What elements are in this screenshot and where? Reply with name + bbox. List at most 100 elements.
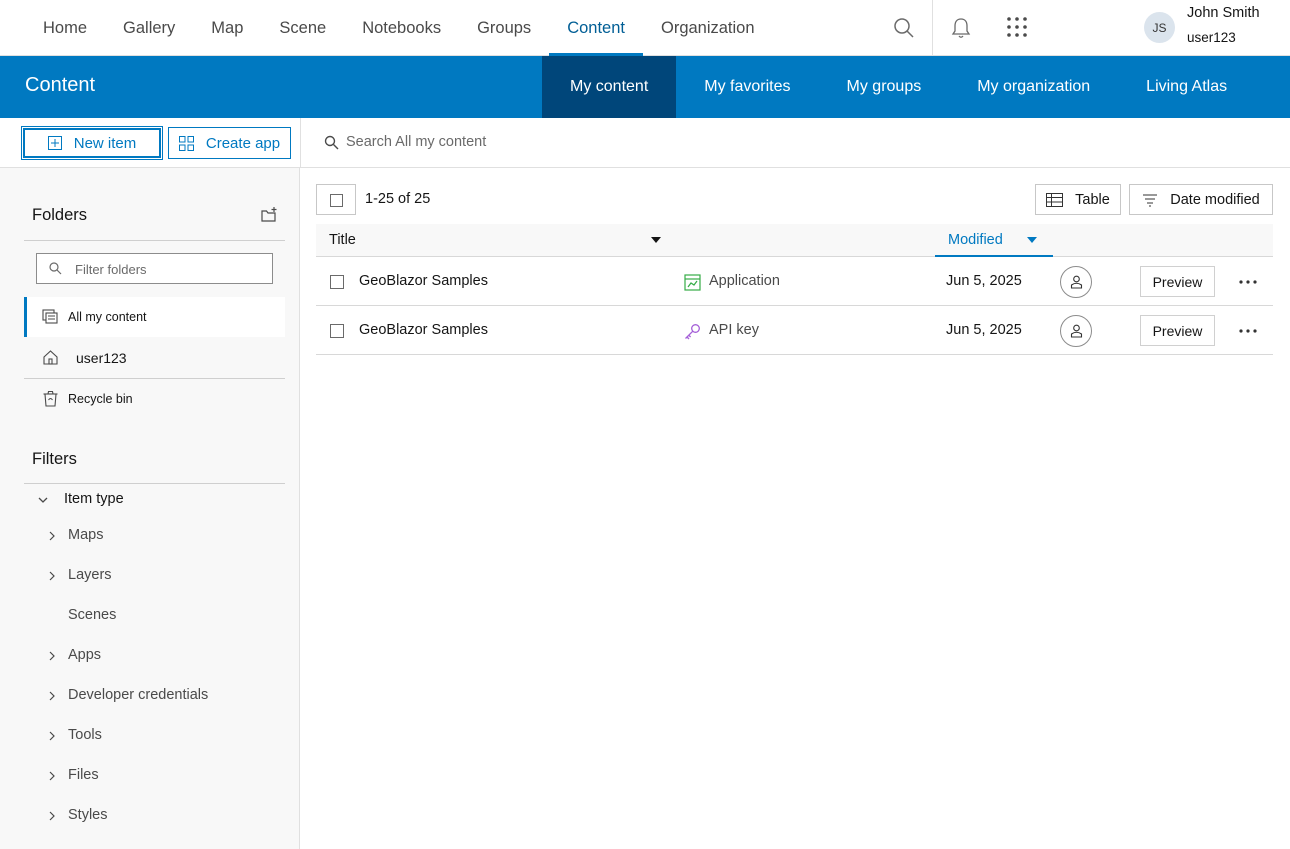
row-checkbox[interactable] — [330, 275, 344, 289]
new-item-label: New item — [73, 134, 137, 152]
nav-scene[interactable]: Scene — [261, 0, 344, 56]
filter-label: Layers — [68, 567, 112, 583]
sidebar: Folders All my content user123 Recycle b… — [0, 168, 300, 849]
chevron-right-icon — [49, 811, 55, 821]
folder-label: user123 — [76, 350, 127, 366]
filter-label: Scenes — [68, 607, 117, 623]
nav-map[interactable]: Map — [193, 0, 261, 56]
folder-label: Recycle bin — [68, 392, 133, 406]
nav-content[interactable]: Content — [549, 0, 643, 56]
person-icon — [1070, 275, 1083, 289]
add-folder-icon[interactable] — [260, 206, 278, 224]
content-toolbar: New item Create app — [0, 118, 1290, 168]
select-all-checkbox[interactable] — [316, 184, 356, 215]
chevron-right-icon — [49, 691, 55, 701]
tab-my-groups[interactable]: My groups — [819, 56, 950, 118]
nav-notebooks[interactable]: Notebooks — [344, 0, 459, 56]
filter-tools[interactable]: Tools — [24, 723, 285, 749]
content-header-band: Content My content My favorites My group… — [0, 56, 1290, 118]
search-content-input[interactable] — [346, 130, 1046, 154]
item-title[interactable]: GeoBlazor Samples — [359, 273, 488, 289]
preview-button[interactable]: Preview — [1140, 266, 1215, 297]
filter-layers[interactable]: Layers — [24, 563, 285, 589]
tab-my-content[interactable]: My content — [542, 56, 677, 118]
key-icon — [685, 324, 700, 340]
user-username[interactable]: user123 — [1187, 30, 1236, 45]
chevron-right-icon — [49, 651, 55, 661]
more-options-icon[interactable] — [1237, 271, 1259, 293]
top-navigation: Home Gallery Map Scene Notebooks Groups … — [0, 0, 1290, 56]
checkbox-box — [330, 194, 343, 207]
table-row[interactable]: GeoBlazor Samples API key Jun 5, 2025 Pr… — [316, 306, 1273, 355]
filter-folders-input[interactable] — [75, 259, 265, 279]
column-modified[interactable]: Modified — [935, 224, 1053, 257]
filter-label: Maps — [68, 527, 104, 543]
preview-button[interactable]: Preview — [1140, 315, 1215, 346]
search-icon[interactable] — [892, 16, 916, 40]
new-item-button[interactable]: New item — [21, 126, 163, 160]
filter-label: Styles — [68, 807, 108, 823]
folders-heading: Folders — [32, 206, 88, 224]
search-icon — [49, 262, 62, 275]
table-view-button[interactable]: Table — [1035, 184, 1121, 215]
filter-label: Apps — [68, 647, 102, 663]
filter-files[interactable]: Files — [24, 763, 285, 789]
filters-heading: Filters — [32, 450, 77, 468]
nav-home[interactable]: Home — [25, 0, 105, 56]
sort-lines-icon — [1143, 194, 1158, 206]
page-title: Content — [25, 74, 96, 96]
sharing-button[interactable] — [1060, 266, 1092, 298]
column-title[interactable]: Title — [329, 232, 356, 248]
result-count: 1-25 of 25 — [365, 191, 431, 207]
filter-scenes[interactable]: Scenes — [24, 603, 285, 629]
filter-folders-field[interactable] — [36, 253, 273, 284]
filter-label: Developer credentials — [68, 687, 209, 703]
search-icon — [324, 135, 339, 150]
person-icon — [1070, 324, 1083, 338]
more-options-icon[interactable] — [1237, 320, 1259, 342]
table-row[interactable]: GeoBlazor Samples Application Jun 5, 202… — [316, 257, 1273, 306]
table-header: Title Modified — [316, 224, 1273, 257]
folder-recycle-bin[interactable]: Recycle bin — [24, 379, 285, 419]
divider — [24, 483, 285, 484]
user-name[interactable]: John Smith — [1187, 5, 1260, 21]
tab-living-atlas[interactable]: Living Atlas — [1118, 56, 1255, 118]
content-list-empty-area — [316, 356, 1273, 849]
table-view-label: Table — [1075, 191, 1110, 208]
column-modified-label: Modified — [948, 232, 1003, 248]
apps-grid-icon[interactable] — [1006, 16, 1028, 38]
item-title[interactable]: GeoBlazor Samples — [359, 322, 488, 338]
sort-label: Date modified — [1170, 191, 1260, 208]
chevron-right-icon — [49, 531, 55, 541]
item-type-filter-toggle[interactable]: Item type — [24, 486, 285, 514]
bell-icon[interactable] — [950, 16, 972, 40]
table-icon — [1046, 192, 1064, 207]
create-app-button[interactable]: Create app — [168, 127, 291, 159]
home-icon — [43, 350, 58, 365]
sort-button[interactable]: Date modified — [1129, 184, 1273, 215]
filter-label: Files — [68, 767, 99, 783]
nav-organization[interactable]: Organization — [643, 0, 773, 56]
avatar[interactable]: JS — [1144, 12, 1175, 43]
application-icon — [684, 274, 701, 291]
item-type: Application — [709, 273, 780, 289]
filter-styles[interactable]: Styles — [24, 803, 285, 829]
nav-groups[interactable]: Groups — [459, 0, 549, 56]
nav-gallery[interactable]: Gallery — [105, 0, 193, 56]
sharing-button[interactable] — [1060, 315, 1092, 347]
tab-my-organization[interactable]: My organization — [949, 56, 1118, 118]
chevron-right-icon — [49, 771, 55, 781]
item-type: API key — [709, 322, 759, 338]
divider — [24, 240, 285, 241]
folder-all-my-content[interactable]: All my content — [24, 297, 285, 337]
filter-developer-credentials[interactable]: Developer credentials — [24, 683, 285, 709]
grid-icon — [178, 135, 194, 151]
chevron-right-icon — [49, 731, 55, 741]
row-checkbox[interactable] — [330, 324, 344, 338]
filter-apps[interactable]: Apps — [24, 643, 285, 669]
tab-my-favorites[interactable]: My favorites — [676, 56, 818, 118]
recycle-bin-icon — [43, 390, 58, 407]
folder-user123[interactable]: user123 — [24, 338, 285, 378]
caret-down-icon[interactable] — [651, 237, 661, 244]
filter-maps[interactable]: Maps — [24, 523, 285, 549]
